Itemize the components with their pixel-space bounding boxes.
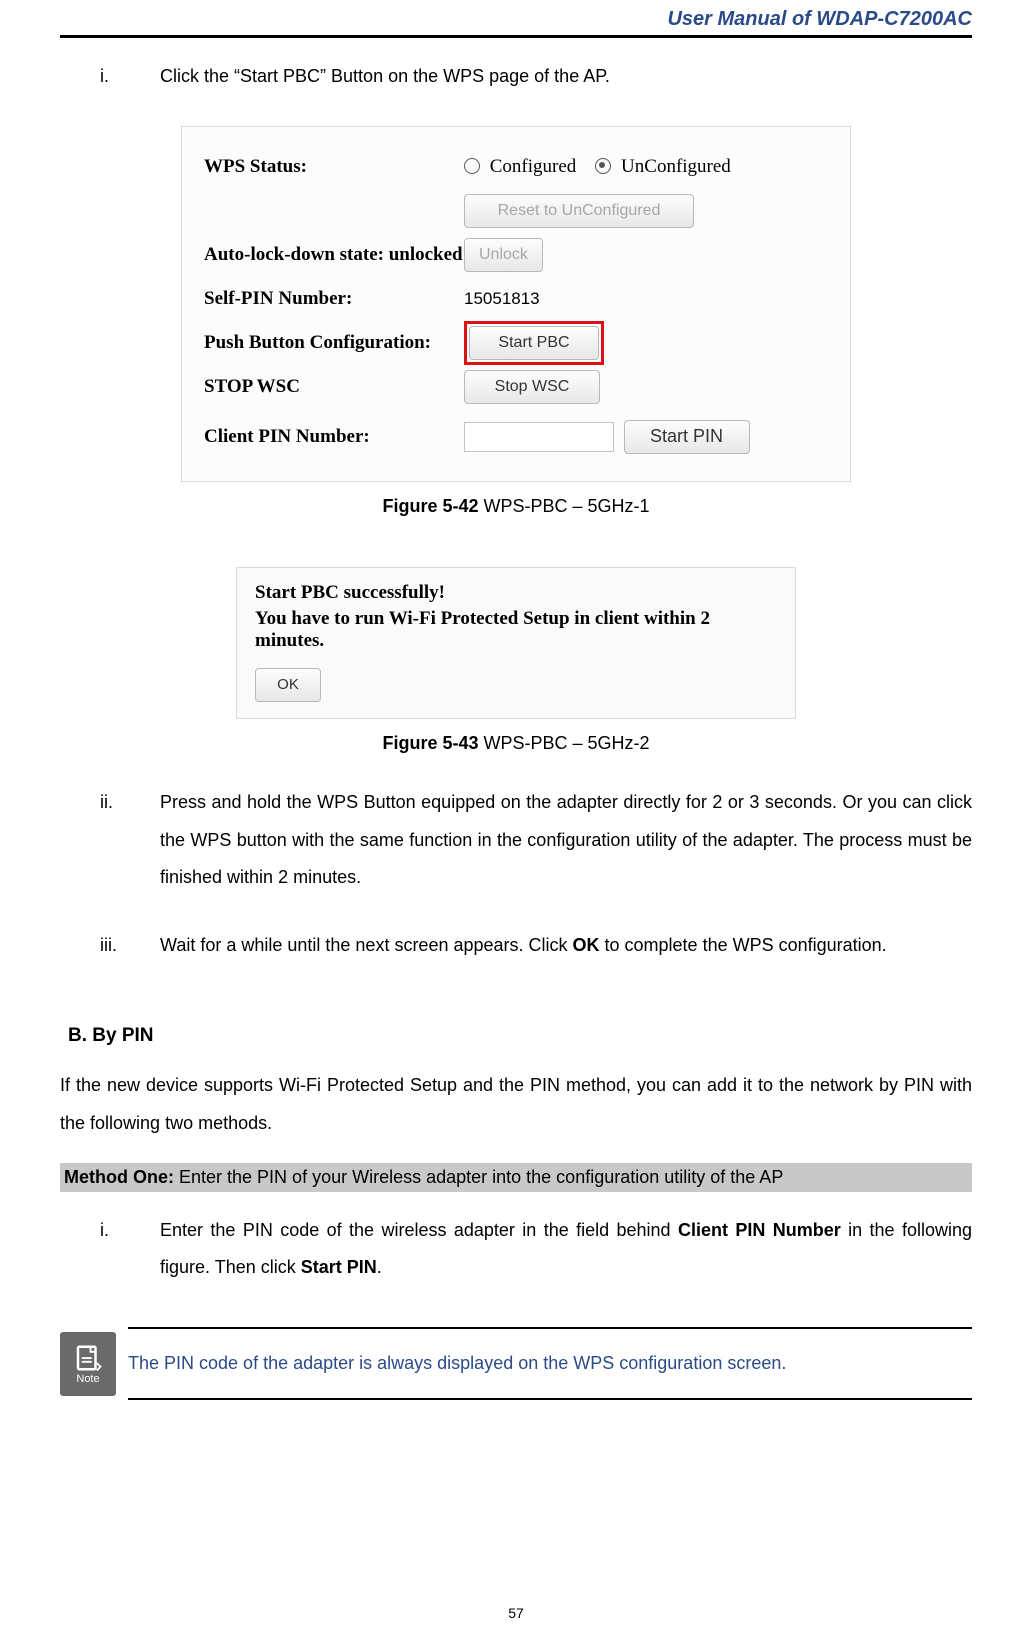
self-pin-value: 15051813 — [464, 289, 540, 309]
step-i: i. Click the “Start PBC” Button on the W… — [100, 58, 972, 96]
method-one-bar: Method One: Enter the PIN of your Wirele… — [60, 1163, 972, 1192]
section-b-heading: B. By PIN — [68, 1025, 972, 1047]
autolock-label: Auto-lock-down state: unlocked — [204, 244, 464, 266]
step-iii-marker: iii. — [100, 927, 160, 965]
stop-wsc-label: STOP WSC — [204, 376, 464, 398]
figure-5-42-rest: WPS-PBC – 5GHz-1 — [478, 496, 649, 516]
note-icon-label: Note — [76, 1373, 99, 1385]
step-b-i-marker: i. — [100, 1212, 160, 1288]
client-pin-input[interactable] — [464, 422, 614, 452]
client-pin-label: Client PIN Number: — [204, 426, 464, 448]
figure-5-43-caption: Figure 5-43 WPS-PBC – 5GHz-2 — [60, 733, 972, 754]
start-pbc-button[interactable]: Start PBC — [469, 326, 599, 360]
pbc-label: Push Button Configuration: — [204, 332, 464, 354]
step-ii: ii. Press and hold the WPS Button equipp… — [100, 784, 972, 897]
pbc-success-line1: Start PBC successfully! — [255, 582, 777, 604]
note-body: The PIN code of the adapter is always di… — [128, 1327, 972, 1400]
method-one-bold: Method One: — [64, 1167, 174, 1187]
configured-text: Configured — [490, 156, 577, 177]
figure-5-42-caption: Figure 5-42 WPS-PBC – 5GHz-1 — [60, 496, 972, 517]
step-i-text: Click the “Start PBC” Button on the WPS … — [160, 58, 972, 96]
note-text: The PIN code of the adapter is always di… — [128, 1329, 972, 1398]
method-one-rest: Enter the PIN of your Wireless adapter i… — [174, 1167, 783, 1187]
section-b-intro: If the new device supports Wi-Fi Protect… — [60, 1067, 972, 1143]
step-iii: iii. Wait for a while until the next scr… — [100, 927, 972, 965]
radio-configured[interactable] — [464, 158, 480, 174]
pbc-success-line2: You have to run Wi-Fi Protected Setup in… — [255, 608, 777, 652]
step-b-i: i. Enter the PIN code of the wireless ad… — [100, 1212, 972, 1288]
wps-settings-panel: WPS Status: Configured UnConfigured Rese… — [181, 126, 851, 482]
radio-unconfigured[interactable] — [595, 158, 611, 174]
unconfigured-text: UnConfigured — [621, 156, 731, 177]
step-i-marker: i. — [100, 58, 160, 96]
figure-5-43-rest: WPS-PBC – 5GHz-2 — [478, 733, 649, 753]
step-iii-text: Wait for a while until the next screen a… — [160, 927, 972, 965]
step-ii-marker: ii. — [100, 784, 160, 897]
page-number: 57 — [0, 1605, 1032, 1621]
reset-unconfigured-button[interactable]: Reset to UnConfigured — [464, 194, 694, 228]
unlock-button[interactable]: Unlock — [464, 238, 543, 272]
wps-status-value: Configured UnConfigured — [464, 156, 731, 178]
figure-5-42-bold: Figure 5-42 — [382, 496, 478, 516]
wps-status-label: WPS Status: — [204, 156, 464, 178]
self-pin-label: Self-PIN Number: — [204, 288, 464, 310]
step-b-i-text: Enter the PIN code of the wireless adapt… — [160, 1212, 972, 1288]
note-icon: Note — [60, 1332, 116, 1396]
pbc-success-dialog: Start PBC successfully! You have to run … — [236, 567, 796, 719]
start-pbc-highlight: Start PBC — [464, 321, 604, 365]
ok-button[interactable]: OK — [255, 668, 321, 702]
header-divider — [60, 35, 972, 38]
step-ii-text: Press and hold the WPS Button equipped o… — [160, 784, 972, 897]
start-pin-button[interactable]: Start PIN — [624, 420, 750, 454]
figure-5-43-bold: Figure 5-43 — [382, 733, 478, 753]
header-title: User Manual of WDAP-C7200AC — [60, 0, 972, 31]
stop-wsc-button[interactable]: Stop WSC — [464, 370, 600, 404]
note-box: Note The PIN code of the adapter is alwa… — [60, 1327, 972, 1400]
